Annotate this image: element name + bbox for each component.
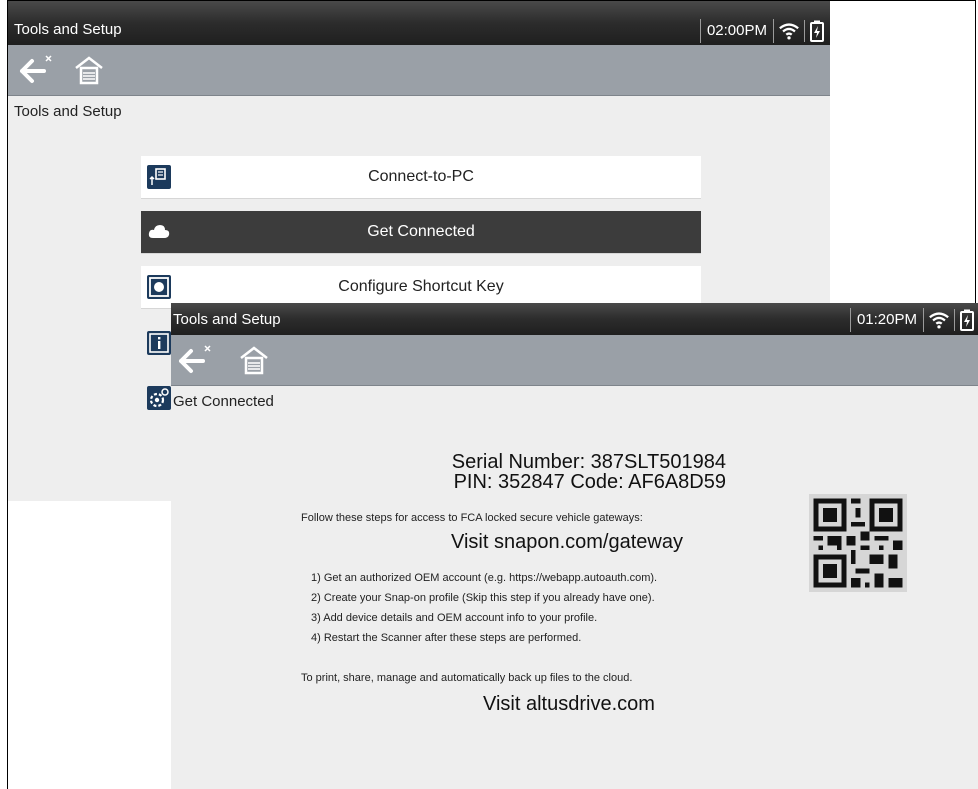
status-indicators: 01:20PM (849, 307, 974, 333)
home-icon[interactable] (74, 55, 104, 85)
connect-pc-icon (147, 165, 171, 189)
status-bar: Tools and Setup 02:00PM (8, 1, 830, 45)
battery-icon (804, 20, 824, 42)
clock: 02:00PM (699, 19, 774, 43)
qr-code (809, 494, 907, 592)
altusdrive-link-text: Visit altusdrive.com (483, 693, 655, 715)
battery-icon (954, 309, 974, 331)
wifi-icon (929, 312, 949, 329)
menu-item-label: Get Connected (367, 223, 475, 240)
status-indicators: 02:00PM (699, 18, 824, 44)
get-connected-screen: Tools and Setup 01:20PM Get Connected Se… (171, 303, 978, 789)
settings-gear-icon[interactable] (147, 386, 171, 410)
step-item: 2) Create your Snap-on profile (Skip thi… (311, 592, 655, 604)
toolbar (8, 45, 830, 96)
window-title: Tools and Setup (14, 21, 122, 38)
back-arrow-icon[interactable] (177, 343, 213, 375)
step-item: 4) Restart the Scanner after these steps… (311, 632, 582, 644)
menu-item-label: Configure Shortcut Key (338, 278, 504, 295)
steps-intro-text: Follow these steps for access to FCA loc… (301, 512, 643, 524)
menu-item-label: Connect-to-PC (368, 168, 474, 185)
info-icon[interactable] (147, 331, 171, 355)
cloud-icon (147, 220, 171, 244)
breadcrumb: Get Connected (173, 393, 274, 410)
cloud-info-text: To print, share, manage and automaticall… (301, 672, 633, 684)
step-item: 1) Get an authorized OEM account (e.g. h… (311, 572, 658, 584)
gateway-link-text: Visit snapon.com/gateway (451, 531, 683, 553)
menu-item-get-connected[interactable]: Get Connected (141, 211, 701, 254)
pin-code: PIN: 352847 Code: AF6A8D59 (453, 471, 726, 493)
breadcrumb: Tools and Setup (14, 103, 122, 120)
back-arrow-icon[interactable] (18, 53, 54, 85)
clock: 01:20PM (849, 308, 924, 332)
toolbar (171, 335, 978, 386)
window-title: Tools and Setup (173, 311, 281, 328)
menu-item-connect-to-pc[interactable]: Connect-to-PC (141, 156, 701, 199)
shortcut-key-icon (147, 275, 171, 299)
home-icon[interactable] (239, 345, 269, 375)
step-item: 3) Add device details and OEM account in… (311, 612, 598, 624)
wifi-icon (779, 23, 799, 40)
status-bar: Tools and Setup 01:20PM (171, 303, 978, 335)
